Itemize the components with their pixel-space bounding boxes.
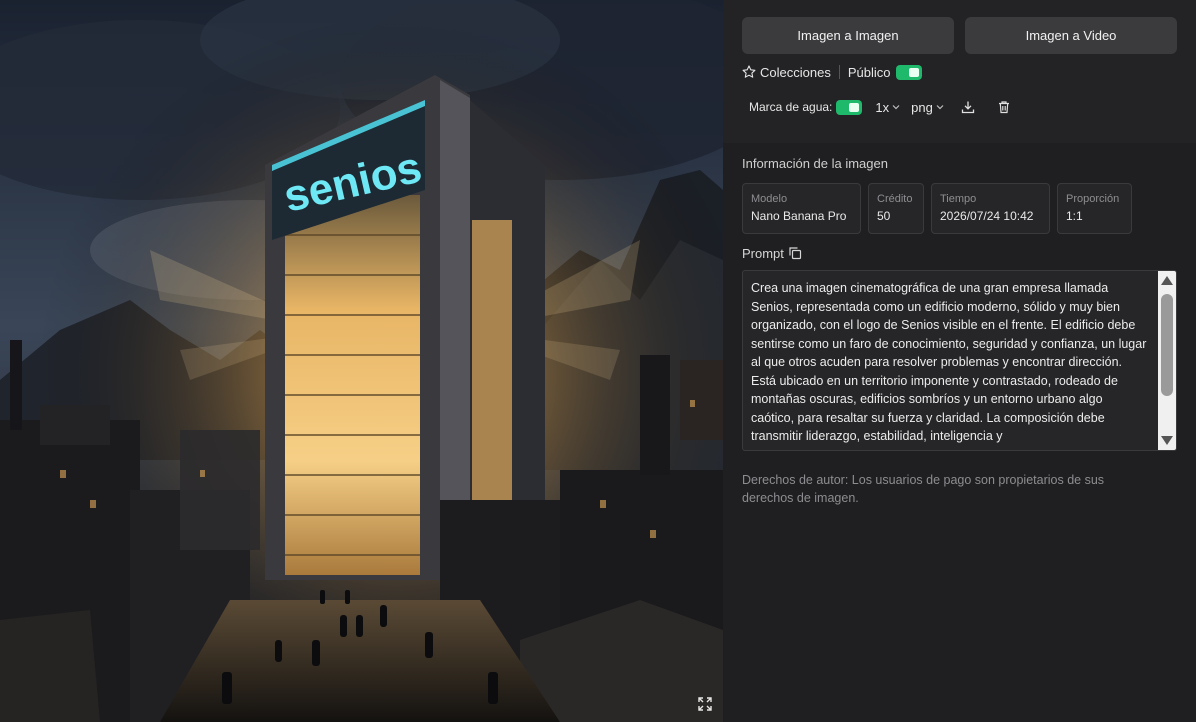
delete-button[interactable]	[997, 100, 1011, 114]
expand-icon	[698, 697, 712, 711]
info-card-value: 50	[877, 209, 891, 223]
prompt-label: Prompt	[742, 245, 784, 261]
copy-prompt-button[interactable]	[788, 246, 802, 260]
image-toolbar: Marca de agua: 1x png	[742, 97, 1177, 117]
scroll-up-arrow-icon[interactable]	[1161, 276, 1173, 285]
info-card-key: Proporción	[1066, 193, 1120, 205]
scale-select[interactable]: 1x	[875, 100, 901, 115]
info-card-key: Crédito	[877, 193, 913, 205]
info-card-value: 2026/07/24 10:42	[940, 209, 1034, 223]
details-panel: Imagen a Imagen Imagen a Video Coleccion…	[723, 0, 1196, 722]
scrollbar-thumb[interactable]	[1161, 294, 1173, 396]
public-label: Público	[847, 64, 891, 80]
chevron-down-icon	[892, 105, 900, 110]
watermark-label: Marca de agua:	[749, 100, 833, 114]
info-card-key: Tiempo	[940, 193, 977, 205]
scale-value: 1x	[875, 99, 890, 115]
download-button[interactable]	[961, 100, 975, 114]
prompt-header: Prompt	[742, 245, 1177, 261]
info-card-key: Modelo	[751, 193, 788, 205]
info-card-ratio: Proporción 1:1	[1057, 183, 1132, 234]
trash-icon	[998, 101, 1009, 114]
copyright-notice: Derechos de autor: Los usuarios de pago …	[742, 473, 1105, 505]
expand-button[interactable]	[693, 692, 717, 716]
info-card-time: Tiempo 2026/07/24 10:42	[931, 183, 1050, 234]
info-card-credit: Crédito 50	[868, 183, 924, 234]
info-card-value: 1:1	[1066, 209, 1083, 223]
scroll-down-arrow-icon[interactable]	[1161, 436, 1173, 445]
format-select[interactable]: png	[911, 100, 945, 115]
meta-row: Colecciones Público	[742, 63, 1177, 81]
image-to-video-button[interactable]: Imagen a Video	[965, 17, 1177, 54]
format-value: png	[911, 99, 933, 115]
image-to-image-button[interactable]: Imagen a Imagen	[742, 17, 954, 54]
image-scene: senios	[0, 0, 723, 722]
collections-link[interactable]: Colecciones	[760, 65, 831, 80]
info-card-value: Nano Banana Pro	[751, 209, 847, 223]
chevron-down-icon	[936, 105, 944, 110]
public-toggle[interactable]	[896, 64, 923, 80]
top-controls: Imagen a Imagen Imagen a Video Coleccion…	[723, 0, 1196, 143]
app: senios Imagen a Imagen Imagen a Video Co…	[0, 0, 1196, 722]
prompt-scrollbar[interactable]	[1158, 271, 1176, 450]
prompt-text: Crea una imagen cinematográfica de una g…	[751, 281, 1147, 443]
divider	[838, 65, 840, 79]
copy-icon	[789, 247, 802, 260]
info-card-model: Modelo Nano Banana Pro	[742, 183, 861, 234]
download-icon	[961, 101, 974, 114]
watermark-toggle[interactable]	[836, 99, 863, 115]
image-info-section: Información de la imagen Modelo Nano Ban…	[723, 143, 1196, 507]
info-cards: Modelo Nano Banana Pro Crédito 50 Tiempo…	[742, 183, 1177, 234]
star-icon[interactable]	[742, 65, 756, 79]
prompt-textbox[interactable]: Crea una imagen cinematográfica de una g…	[742, 270, 1177, 451]
action-row: Imagen a Imagen Imagen a Video	[742, 17, 1177, 54]
generated-image[interactable]: senios	[0, 0, 723, 722]
image-info-title: Información de la imagen	[742, 156, 888, 171]
